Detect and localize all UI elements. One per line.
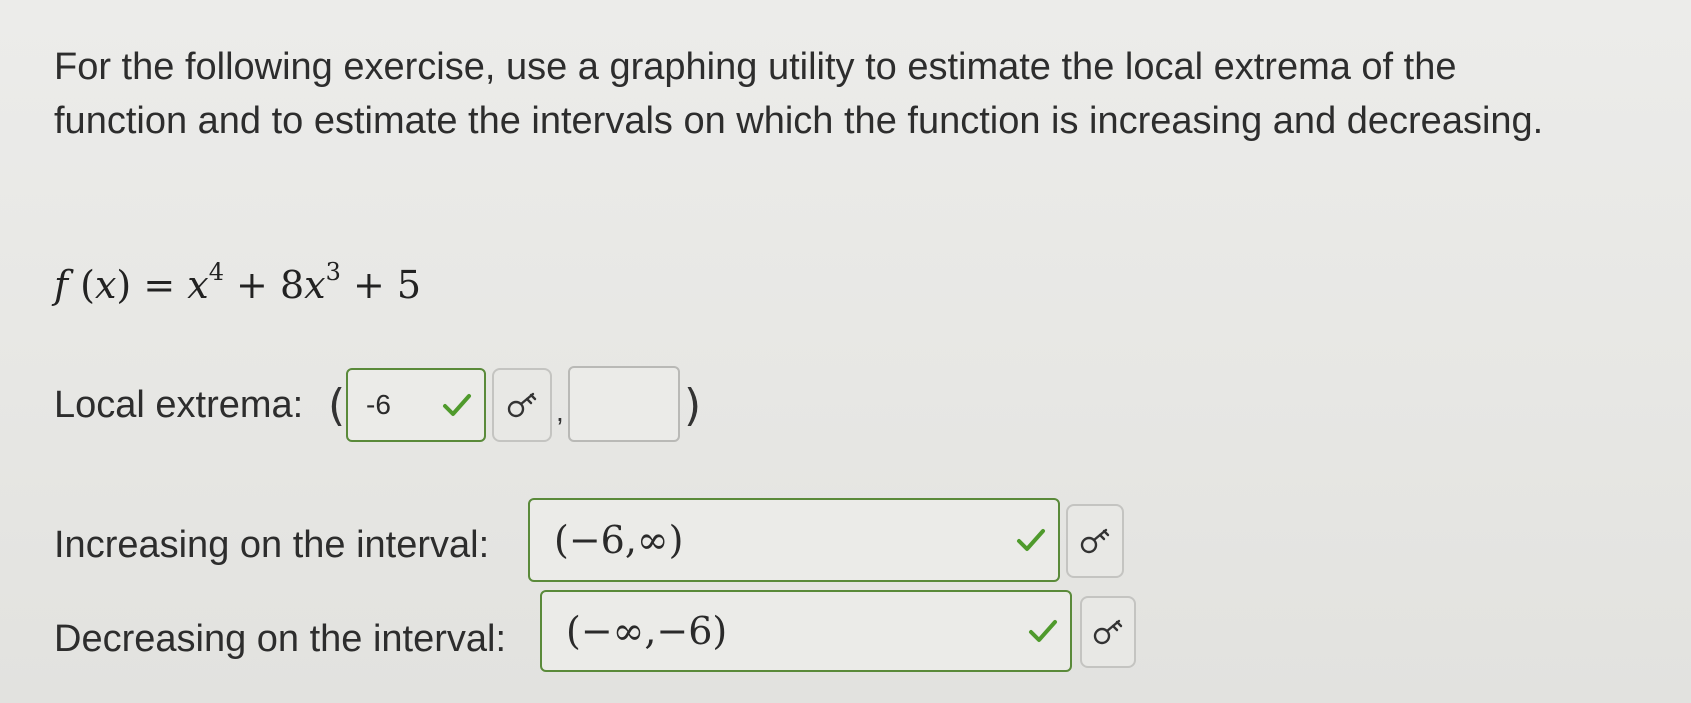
key-icon bbox=[1093, 619, 1123, 645]
increasing-interval-value: (−6,∞) bbox=[554, 518, 684, 562]
decreasing-label: Decreasing on the interval: bbox=[54, 618, 507, 660]
formula-exp2: 3 bbox=[325, 258, 341, 286]
key-icon-button[interactable] bbox=[492, 368, 552, 442]
key-icon-button[interactable] bbox=[1066, 504, 1124, 578]
decreasing-interval-value: (−∞,−6) bbox=[566, 609, 728, 653]
extrema-y-input[interactable] bbox=[568, 366, 680, 442]
formula-f: f bbox=[54, 263, 69, 307]
formula-tail: + 5 bbox=[340, 263, 422, 307]
decreasing-interval-input[interactable]: (−∞,−6) bbox=[540, 590, 1072, 672]
check-icon bbox=[1017, 529, 1045, 551]
extrema-comma: , bbox=[556, 396, 564, 427]
formula-base2: x bbox=[304, 263, 326, 307]
formula-close: ) = bbox=[116, 263, 188, 307]
function-formula: f (x) = x4 + 8x3 + 5 bbox=[54, 258, 421, 307]
key-icon bbox=[507, 392, 537, 418]
exercise-prompt: For the following exercise, use a graphi… bbox=[54, 46, 1544, 142]
formula-x: x bbox=[94, 263, 117, 307]
formula-open: ( bbox=[68, 263, 95, 307]
open-paren: ( bbox=[328, 380, 346, 431]
check-icon bbox=[443, 394, 471, 416]
check-icon bbox=[1029, 620, 1057, 642]
extrema-x-value: -6 bbox=[366, 389, 391, 420]
key-icon-button[interactable] bbox=[1080, 596, 1136, 668]
extrema-x-input[interactable]: -6 bbox=[346, 368, 486, 442]
increasing-label: Increasing on the interval: bbox=[54, 524, 490, 566]
key-icon bbox=[1080, 528, 1110, 554]
formula-mid: + 8 bbox=[223, 263, 305, 307]
local-extrema-label: Local extrema: bbox=[54, 384, 304, 426]
formula-exp1: 4 bbox=[208, 258, 224, 286]
increasing-interval-input[interactable]: (−6,∞) bbox=[528, 498, 1060, 582]
close-paren: ) bbox=[684, 380, 702, 431]
formula-base1: x bbox=[187, 263, 209, 307]
